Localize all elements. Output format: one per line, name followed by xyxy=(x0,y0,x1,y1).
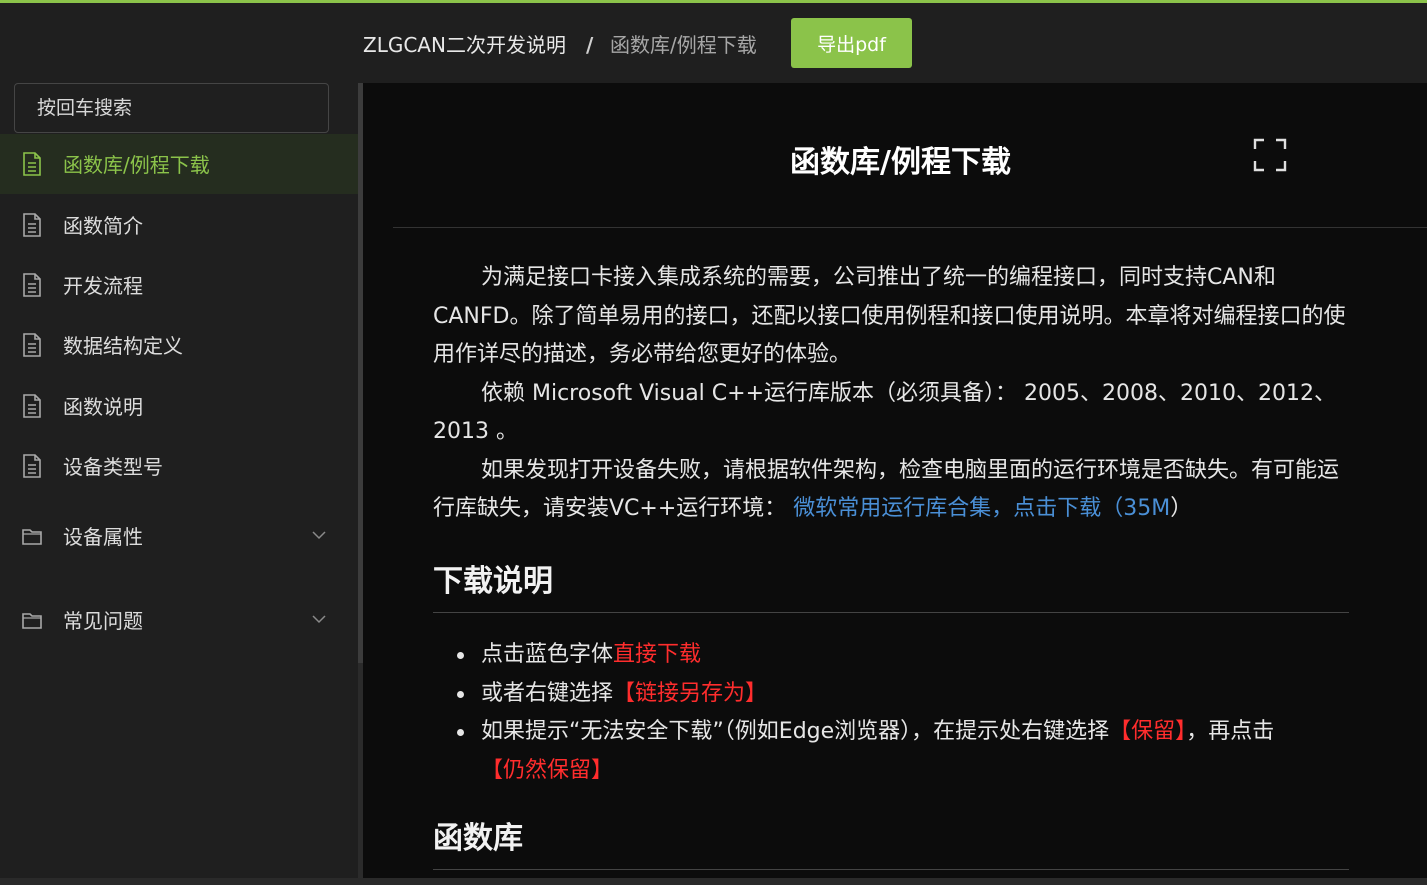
runtime-paragraph: 依赖 Microsoft Visual C++运行库版本（必须具备）： 2005… xyxy=(433,380,1336,445)
document-icon xyxy=(23,454,41,478)
document-icon xyxy=(23,333,41,357)
download-instructions-list: 点击蓝色字体直接下载 或者右键选择【链接另存为】 如果提示“无法安全下载”（例如… xyxy=(433,636,1397,790)
chevron-down-icon[interactable] xyxy=(310,528,328,542)
list-item-highlight: 直接下载 xyxy=(613,642,702,667)
list-item-text: 如果提示“无法安全下载”（例如Edge浏览器），在提示处右键选择 xyxy=(481,719,1110,744)
breadcrumb-separator: / xyxy=(586,33,594,57)
folder-icon xyxy=(22,613,42,629)
list-item-text: 或者右键选择 xyxy=(481,680,614,706)
list-item-text: ，再点击 xyxy=(1186,719,1275,744)
heading-download-instructions: 下载说明 xyxy=(433,562,1349,613)
troubleshoot-paragraph: 如果发现打开设备失败，请根据软件架构，检查电脑里面的运行环境是否缺失。有可能运行… xyxy=(433,452,1349,529)
list-item-highlight: 【保留】 xyxy=(1109,719,1187,744)
sidebar-item-device-types[interactable]: 设备类型号 xyxy=(0,436,358,496)
breadcrumb-current: 函数库/例程下载 xyxy=(610,33,757,57)
horizontal-scrollbar[interactable] xyxy=(0,878,1427,885)
runtime-download-link[interactable]: 微软常用运行库合集，点击下载（35M xyxy=(793,496,1170,521)
header-bar: ZLGCAN二次开发说明 / 函数库/例程下载 导出pdf xyxy=(0,3,1427,83)
list-item: 点击蓝色字体直接下载 xyxy=(457,636,1397,675)
fullscreen-icon[interactable] xyxy=(1253,138,1287,172)
breadcrumb-root[interactable]: ZLGCAN二次开发说明 xyxy=(363,33,566,57)
intro-text: 为满足接口卡接入集成系统的需要，公司推出了统一的编程接口，同时支持CAN和CAN… xyxy=(433,259,1349,529)
list-item-highlight: 【仍然保留】 xyxy=(481,757,614,783)
sidebar-item-function-intro[interactable]: 函数简介 xyxy=(0,195,358,255)
sidebar-item-download[interactable]: 函数库/例程下载 xyxy=(0,134,358,194)
sidebar-item-data-structures[interactable]: 数据结构定义 xyxy=(0,315,358,375)
sidebar-item-label: 设备属性 xyxy=(63,525,143,549)
content-pane: 函数库/例程下载 为满足接口卡接入集成系统的需要，公司推出了统一的编程接口，同时… xyxy=(363,83,1427,878)
document-icon xyxy=(23,213,41,237)
sidebar-item-dev-flow[interactable]: 开发流程 xyxy=(0,255,358,315)
export-pdf-button[interactable]: 导出pdf xyxy=(791,18,912,68)
search-input[interactable] xyxy=(14,83,329,133)
sidebar-item-device-properties[interactable]: 设备属性 xyxy=(0,506,358,566)
title-divider xyxy=(393,227,1427,228)
document-icon xyxy=(23,273,41,297)
sidebar-item-label: 函数库/例程下载 xyxy=(63,153,210,177)
sidebar-item-label: 函数说明 xyxy=(63,395,143,419)
list-item-highlight: 【链接另存为】 xyxy=(613,680,768,706)
heading-function-library: 函数库 xyxy=(433,819,1349,870)
troubleshoot-tail: ） xyxy=(1170,496,1193,521)
document-icon xyxy=(23,394,41,418)
chevron-down-icon[interactable] xyxy=(310,612,328,626)
folder-icon xyxy=(22,529,42,545)
list-item-text: 点击蓝色字体 xyxy=(481,642,614,667)
sidebar-item-faq[interactable]: 常见问题 xyxy=(0,590,358,650)
sidebar-item-function-desc[interactable]: 函数说明 xyxy=(0,376,358,436)
sidebar: 函数库/例程下载 函数简介 开发流程 数据结构定义 函数说明 xyxy=(0,83,358,885)
sidebar-item-label: 设备类型号 xyxy=(63,455,163,479)
document-icon xyxy=(23,152,41,176)
sidebar-item-label: 开发流程 xyxy=(63,274,143,298)
list-item: 或者右键选择【链接另存为】 xyxy=(457,675,1397,714)
sidebar-item-label: 数据结构定义 xyxy=(63,334,183,358)
list-item: 如果提示“无法安全下载”（例如Edge浏览器），在提示处右键选择【保留】，再点击… xyxy=(457,713,1397,790)
intro-paragraph: 为满足接口卡接入集成系统的需要，公司推出了统一的编程接口，同时支持CAN和CAN… xyxy=(433,265,1346,367)
sidebar-item-label: 常见问题 xyxy=(63,609,143,633)
sidebar-item-label: 函数简介 xyxy=(63,214,143,238)
